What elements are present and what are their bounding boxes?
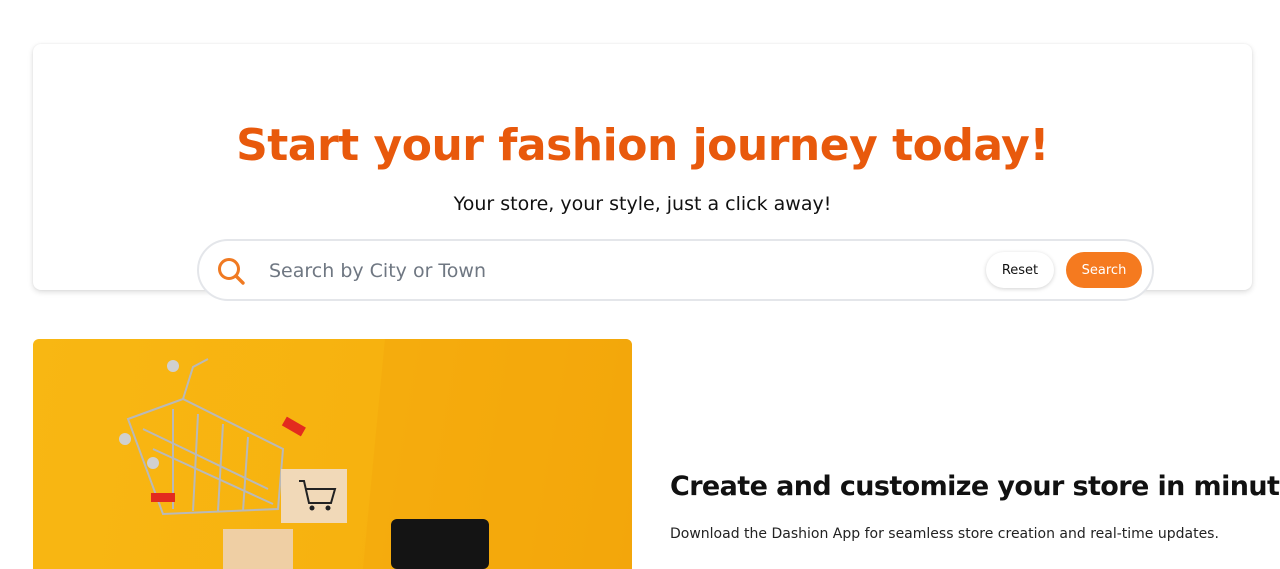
hero-title: Start your fashion journey today! (236, 120, 1049, 171)
search-icon (216, 256, 246, 286)
reset-button[interactable]: Reset (986, 252, 1054, 288)
shopping-cart-image (33, 339, 632, 569)
search-button[interactable]: Search (1066, 252, 1142, 288)
search-bar: Reset Search (197, 239, 1154, 301)
hero-card: Start your fashion journey today! Your s… (33, 44, 1252, 301)
hero-subtitle: Your store, your style, just a click awa… (453, 193, 832, 215)
feature-text: Download the Dashion App for seamless st… (670, 526, 1219, 542)
search-input[interactable] (269, 255, 869, 287)
feature-title: Create and customize your store in minut… (670, 471, 1280, 502)
